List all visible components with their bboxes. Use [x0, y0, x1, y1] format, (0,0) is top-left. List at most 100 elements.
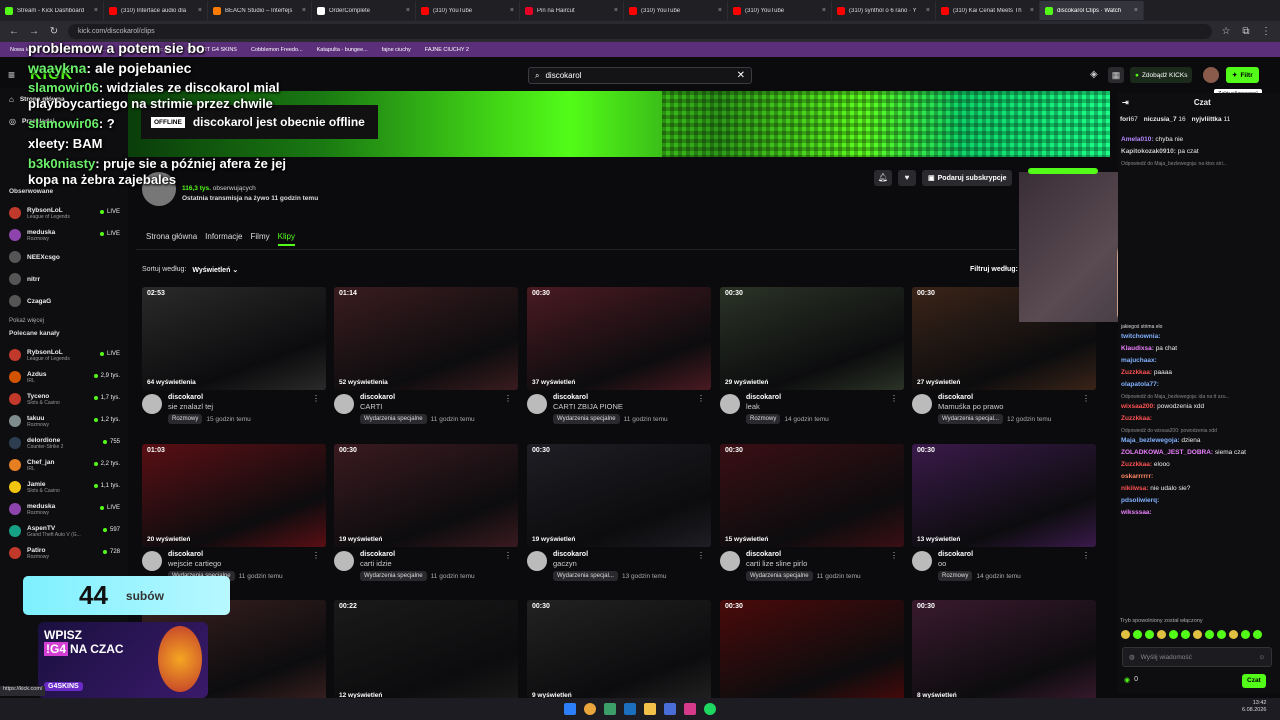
- sidebar-channel[interactable]: takuu Rozmowy 1,2 tys.: [0, 410, 128, 432]
- clip-category[interactable]: Rozmowy: [746, 414, 781, 424]
- tab-2[interactable]: Filmy: [251, 232, 270, 246]
- clip-card[interactable]: 02:53 64 wyświetlenia discokarol sie znalaz…: [142, 287, 326, 424]
- folder-icon[interactable]: [644, 703, 656, 715]
- avatar[interactable]: [527, 551, 547, 571]
- clip-category[interactable]: Wydarzenia specjalne: [553, 414, 620, 424]
- tab-3[interactable]: Klipy: [277, 232, 295, 246]
- chat-username[interactable]: Zuzzkkaa:: [1121, 415, 1152, 422]
- search-input[interactable]: discokarol: [545, 71, 730, 80]
- sidebar-channel[interactable]: Tyceno Slots & Casino 1,7 tys.: [0, 388, 128, 410]
- tab-0[interactable]: Strona główna: [146, 232, 197, 246]
- steam-icon[interactable]: [624, 703, 636, 715]
- more-options-icon[interactable]: ⋮: [312, 394, 320, 403]
- clip-thumbnail[interactable]: 00:30 15 wyświetleń: [720, 444, 904, 547]
- chat-username[interactable]: majuchaax:: [1121, 357, 1157, 364]
- sidebar-channel[interactable]: Chef_jan IRL 2,2 tys.: [0, 454, 128, 476]
- clip-thumbnail[interactable]: 00:22 12 wyświetleń: [334, 600, 518, 703]
- spotify-icon[interactable]: [704, 703, 716, 715]
- clip-channel[interactable]: discokarol: [746, 551, 861, 558]
- clip-channel[interactable]: discokarol: [168, 394, 251, 401]
- sort-dropdown[interactable]: Wyświetleń ⌄: [192, 266, 238, 274]
- chat-username[interactable]: Maja_bezlewegoja:: [1121, 437, 1180, 444]
- clip-title[interactable]: carti idzie: [360, 559, 475, 568]
- sidebar-channel[interactable]: RybsonLoL League of Legends LIVE: [0, 202, 128, 224]
- avatar[interactable]: [142, 394, 162, 414]
- clip-card[interactable]: 00:22 12 wyświetleń: [334, 600, 518, 703]
- avatar[interactable]: [720, 551, 740, 571]
- avatar[interactable]: [912, 551, 932, 571]
- clip-category[interactable]: Wydarzenia specjal...: [938, 414, 1003, 424]
- more-options-icon[interactable]: ⋮: [504, 394, 512, 403]
- emote-icon[interactable]: [1205, 630, 1214, 639]
- chat-username[interactable]: Zuzzkkaa:: [1121, 461, 1152, 468]
- clip-card[interactable]: 00:30 15 wyświetleń discokarol carti lize s…: [720, 444, 904, 581]
- emote-icon[interactable]: ☺: [1258, 654, 1265, 661]
- clip-thumbnail[interactable]: 00:30 37 wyświetleń: [527, 287, 711, 390]
- emote-icon[interactable]: [1229, 630, 1238, 639]
- clip-title[interactable]: CARTI: [360, 402, 475, 411]
- clip-channel[interactable]: discokarol: [168, 551, 283, 558]
- clip-thumbnail[interactable]: 01:14 52 wyświetlenia: [334, 287, 518, 390]
- url-field[interactable]: kick.com/discokarol/clips: [68, 24, 1212, 39]
- browser-tab[interactable]: OrderComplete ×: [312, 1, 416, 20]
- browser-tab[interactable]: BEACN Studio – Interfejs ×: [208, 1, 312, 20]
- trophy-icon[interactable]: ◈: [1090, 69, 1098, 80]
- clip-category[interactable]: Wydarzenia specjalne: [360, 414, 427, 424]
- sidebar-channel[interactable]: Azdus IRL 2,9 tys.: [0, 366, 128, 388]
- chat-username[interactable]: oskarrrrrr:: [1121, 473, 1153, 480]
- clip-thumbnail[interactable]: 01:03 20 wyświetleń: [142, 444, 326, 547]
- app2-icon[interactable]: [664, 703, 676, 715]
- more-options-icon[interactable]: ⋮: [697, 394, 705, 403]
- clip-title[interactable]: oo: [938, 559, 1021, 568]
- more-options-icon[interactable]: ⋮: [890, 394, 898, 403]
- clip-card[interactable]: 00:30 37 wyświetleń discokarol CARTI ZBIJA …: [527, 287, 711, 424]
- emote-icon[interactable]: [1241, 630, 1250, 639]
- clip-title[interactable]: gaczyn: [553, 559, 666, 568]
- sidebar-channel[interactable]: meduska Rozmowy LIVE: [0, 498, 128, 520]
- close-tab-icon[interactable]: ×: [94, 7, 98, 14]
- clip-thumbnail[interactable]: 00:30 9 wyświetleń: [527, 600, 711, 703]
- back-icon[interactable]: ←: [8, 26, 20, 37]
- close-tab-icon[interactable]: ×: [926, 7, 930, 14]
- close-tab-icon[interactable]: ×: [510, 7, 514, 14]
- clip-thumbnail[interactable]: 00:30 19 wyświetleń: [334, 444, 518, 547]
- avatar[interactable]: [912, 394, 932, 414]
- avatar[interactable]: [334, 394, 354, 414]
- app3-icon[interactable]: [684, 703, 696, 715]
- close-tab-icon[interactable]: ×: [302, 7, 306, 14]
- chrome-icon[interactable]: [584, 703, 596, 715]
- chat-username[interactable]: ZOLADKOWA_JEST_DOBRA:: [1121, 449, 1213, 456]
- clip-title[interactable]: leak: [746, 402, 829, 411]
- clip-category[interactable]: Wydarzenia specjalne: [360, 571, 427, 581]
- close-tab-icon[interactable]: ×: [198, 7, 202, 14]
- close-tab-icon[interactable]: ×: [406, 7, 410, 14]
- browser-tab[interactable]: (310) synthol o 6 rano · Y ×: [832, 1, 936, 20]
- sidebar-channel[interactable]: AspenTV Grand Theft Auto V (G... 597: [0, 520, 128, 542]
- clip-card[interactable]: 01:14 52 wyświetlenia discokarol CARTI Wydar…: [334, 287, 518, 424]
- clip-card[interactable]: 00:30 8 wyświetleń: [912, 600, 1096, 703]
- clip-category[interactable]: Rozmowy: [938, 571, 973, 581]
- close-tab-icon[interactable]: ×: [614, 7, 618, 14]
- clip-card[interactable]: 00:30: [720, 600, 904, 703]
- clip-card[interactable]: 00:30 19 wyświetleń discokarol gaczyn Wydarz…: [527, 444, 711, 581]
- chat-username[interactable]: Klaudixsa:: [1121, 345, 1154, 352]
- get-kicks-button[interactable]: ● Zdobądź KICKs: [1130, 67, 1193, 83]
- chat-username[interactable]: pdsoliwierq:: [1121, 497, 1159, 504]
- heart-icon[interactable]: ♥: [898, 170, 916, 186]
- close-tab-icon[interactable]: ×: [1030, 7, 1034, 14]
- emote-icon[interactable]: [1157, 630, 1166, 639]
- clip-thumbnail[interactable]: 00:30 8 wyświetleń: [912, 600, 1096, 703]
- inventory-icon[interactable]: ▦: [1108, 67, 1124, 83]
- clip-card[interactable]: 00:30 13 wyświetleń discokarol oo Rozmowy 14 …: [912, 444, 1096, 581]
- close-tab-icon[interactable]: ×: [718, 7, 722, 14]
- clip-channel[interactable]: discokarol: [553, 394, 668, 401]
- hamburger-icon[interactable]: ≡: [8, 68, 20, 82]
- avatar[interactable]: [334, 551, 354, 571]
- sidebar-channel[interactable]: nitrr: [0, 268, 128, 290]
- emote-icon[interactable]: [1253, 630, 1262, 639]
- sidebar-channel[interactable]: Jamie Slots & Casino 1,1 tys.: [0, 476, 128, 498]
- more-options-icon[interactable]: ⋮: [890, 551, 898, 560]
- clip-channel[interactable]: discokarol: [360, 551, 475, 558]
- chat-input[interactable]: ◍ Wyślij wiadomość ☺: [1122, 647, 1272, 667]
- menu-icon[interactable]: ⋮: [1260, 26, 1272, 37]
